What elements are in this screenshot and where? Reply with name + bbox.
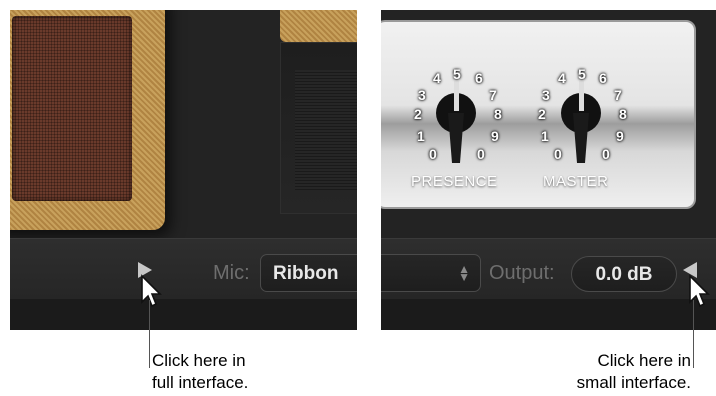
- presence-scale-8: 8: [494, 106, 502, 122]
- output-label: Output:: [489, 262, 555, 284]
- presence-scale-3: 3: [418, 87, 426, 103]
- master-scale-6: 6: [599, 70, 607, 86]
- master-scale-0: 0: [554, 146, 562, 162]
- presence-scale-0: 0: [429, 146, 437, 162]
- caption-full: Click here in full interface.: [152, 350, 248, 394]
- mouse-pointer-icon: [141, 274, 162, 308]
- mic-value: Ribbon: [273, 263, 339, 284]
- leader-line-small: [693, 300, 694, 368]
- bottom-strip: [10, 299, 357, 330]
- master-scale-2: 2: [538, 106, 546, 122]
- master-scale-4: 4: [558, 70, 566, 86]
- caption-full-line2: full interface.: [152, 373, 249, 392]
- master-scale-5: 5: [578, 66, 586, 82]
- presence-scale-2: 2: [414, 106, 422, 122]
- caption-small-line1: Click here in: [597, 351, 691, 370]
- caption-small-line2: small interface.: [576, 373, 691, 392]
- presence-scale-9: 9: [491, 128, 499, 144]
- small-interface-view: 0 1 2 3 4 5 6 7 8 9 0 PRESENCE 0 1 2 3 4…: [381, 10, 716, 330]
- master-scale-7: 7: [614, 87, 622, 103]
- output-value: 0.0 dB: [595, 264, 653, 285]
- master-label: MASTER: [543, 173, 609, 190]
- presence-scale-10: 0: [477, 146, 485, 162]
- leader-line-full: [149, 300, 150, 368]
- master-scale-9: 9: [616, 128, 624, 144]
- caption-small: Click here in small interface.: [556, 350, 691, 394]
- presence-scale-5: 5: [453, 66, 461, 82]
- presence-label: PRESENCE: [411, 173, 498, 190]
- amp-grille: [12, 16, 132, 201]
- output-value-field[interactable]: 0.0 dB: [571, 256, 677, 292]
- presence-scale-6: 6: [475, 70, 483, 86]
- mic-select-partial[interactable]: ▲ ▼: [381, 254, 481, 292]
- amp-reflection-grille: [295, 70, 357, 190]
- amp-cabinet: [10, 10, 165, 230]
- master-scale-10: 0: [602, 146, 610, 162]
- presence-scale-4: 4: [433, 70, 441, 86]
- full-interface-view: Mic: Ribbon: [10, 10, 357, 330]
- master-scale-1: 1: [541, 128, 549, 144]
- presence-scale-1: 1: [417, 128, 425, 144]
- master-scale-3: 3: [542, 87, 550, 103]
- bottom-strip: [381, 299, 716, 330]
- select-arrows-icon: ▲ ▼: [458, 262, 470, 284]
- caption-full-line1: Click here in: [152, 351, 246, 370]
- small-amp: [280, 10, 357, 42]
- mic-select[interactable]: Ribbon: [260, 254, 357, 292]
- mouse-pointer-icon: [689, 274, 710, 308]
- mic-label: Mic:: [213, 262, 250, 284]
- master-scale-8: 8: [619, 106, 627, 122]
- presence-scale-7: 7: [489, 87, 497, 103]
